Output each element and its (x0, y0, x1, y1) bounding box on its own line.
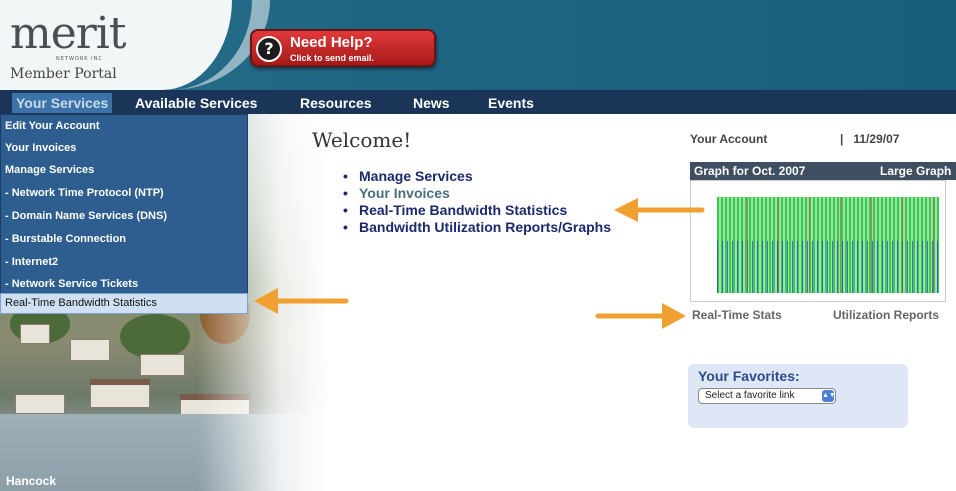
bullet-icon: • (343, 219, 348, 235)
bullet-icon: • (343, 185, 348, 201)
menu-item-ntp[interactable]: - Network Time Protocol (NTP) (5, 182, 164, 204)
welcome-heading: Welcome! (312, 128, 412, 152)
date-value: 11/29/07 (853, 132, 900, 146)
header: merit NETWORK INC Member Portal ? Need H… (0, 0, 956, 90)
help-subtitle: Click to send email. (290, 53, 375, 63)
photo-caption: Hancock (6, 474, 57, 488)
link-your-invoices[interactable]: • Your Invoices (343, 185, 611, 202)
bullet-icon: • (343, 202, 348, 218)
menu-item-internet2[interactable]: - Internet2 (5, 251, 58, 273)
account-row: Your Account | 11/29/07 (690, 132, 956, 146)
menu-item-edit-account[interactable]: Edit Your Account (5, 115, 100, 137)
portal-label: Member Portal (10, 66, 117, 82)
favorites-select[interactable]: Select a favorite link ▲▼ (698, 388, 836, 404)
graph-grid (717, 197, 939, 293)
graph-header: Graph for Oct. 2007 Large Graph (690, 162, 956, 180)
question-mark-icon: ? (256, 36, 282, 62)
link-label: Your Invoices (359, 185, 450, 201)
nav-your-services[interactable]: Your Services (12, 93, 113, 113)
nav-resources[interactable]: Resources (300, 93, 372, 113)
account-date: | 11/29/07 (840, 132, 899, 146)
menu-item-dns[interactable]: - Domain Name Services (DNS) (5, 205, 167, 227)
account-title[interactable]: Your Account (690, 132, 767, 146)
annotation-arrow-left-icon (254, 288, 349, 314)
graph-title: Graph for Oct. 2007 (694, 164, 806, 178)
link-realtime-bandwidth[interactable]: • Real-Time Bandwidth Statistics (343, 202, 611, 219)
annotation-arrow-right-icon (595, 303, 686, 329)
favorites-title: Your Favorites: (698, 368, 800, 384)
nav-news[interactable]: News (413, 93, 450, 113)
quick-links: • Manage Services • Your Invoices • Real-Ti… (343, 168, 611, 236)
select-arrows-icon: ▲▼ (822, 390, 836, 402)
nav-available-services[interactable]: Available Services (135, 93, 257, 113)
logo-area[interactable]: merit NETWORK INC Member Portal (0, 0, 232, 90)
favorites-panel: Your Favorites: Select a favorite link ▲… (688, 364, 908, 428)
your-services-dropdown: Edit Your Account Your Invoices Manage S… (0, 114, 248, 314)
annotation-arrow-left-icon (614, 198, 705, 222)
menu-item-tickets[interactable]: - Network Service Tickets (5, 273, 138, 295)
bullet-icon: • (343, 168, 348, 184)
need-help-button[interactable]: ? Need Help? Click to send email. (250, 29, 436, 67)
utilization-reports-link[interactable]: Utilization Reports (833, 308, 939, 322)
help-title: Need Help? (290, 34, 373, 51)
menu-item-invoices[interactable]: Your Invoices (5, 137, 76, 159)
favorites-select-value: Select a favorite link (705, 390, 795, 401)
link-manage-services[interactable]: • Manage Services (343, 168, 611, 185)
nav-events[interactable]: Events (488, 93, 534, 113)
realtime-stats-link[interactable]: Real-Time Stats (692, 308, 782, 322)
link-bandwidth-reports[interactable]: • Bandwidth Utilization Reports/Graphs (343, 219, 611, 236)
menu-item-realtime-stats[interactable]: Real-Time Bandwidth Statistics (0, 293, 248, 314)
link-label: Real-Time Bandwidth Statistics (359, 202, 568, 218)
logo-subtitle: NETWORK INC (56, 56, 103, 62)
separator: | (840, 132, 844, 146)
menu-item-burstable[interactable]: - Burstable Connection (5, 228, 126, 250)
large-graph-link[interactable]: Large Graph (880, 162, 951, 180)
bandwidth-graph[interactable] (690, 180, 946, 302)
menu-item-manage-services[interactable]: Manage Services (5, 159, 94, 181)
main-nav: Your Services Available Services Resourc… (0, 90, 956, 114)
link-label: Bandwidth Utilization Reports/Graphs (359, 219, 612, 235)
merit-logo: merit (10, 8, 127, 59)
link-label: Manage Services (359, 168, 473, 184)
